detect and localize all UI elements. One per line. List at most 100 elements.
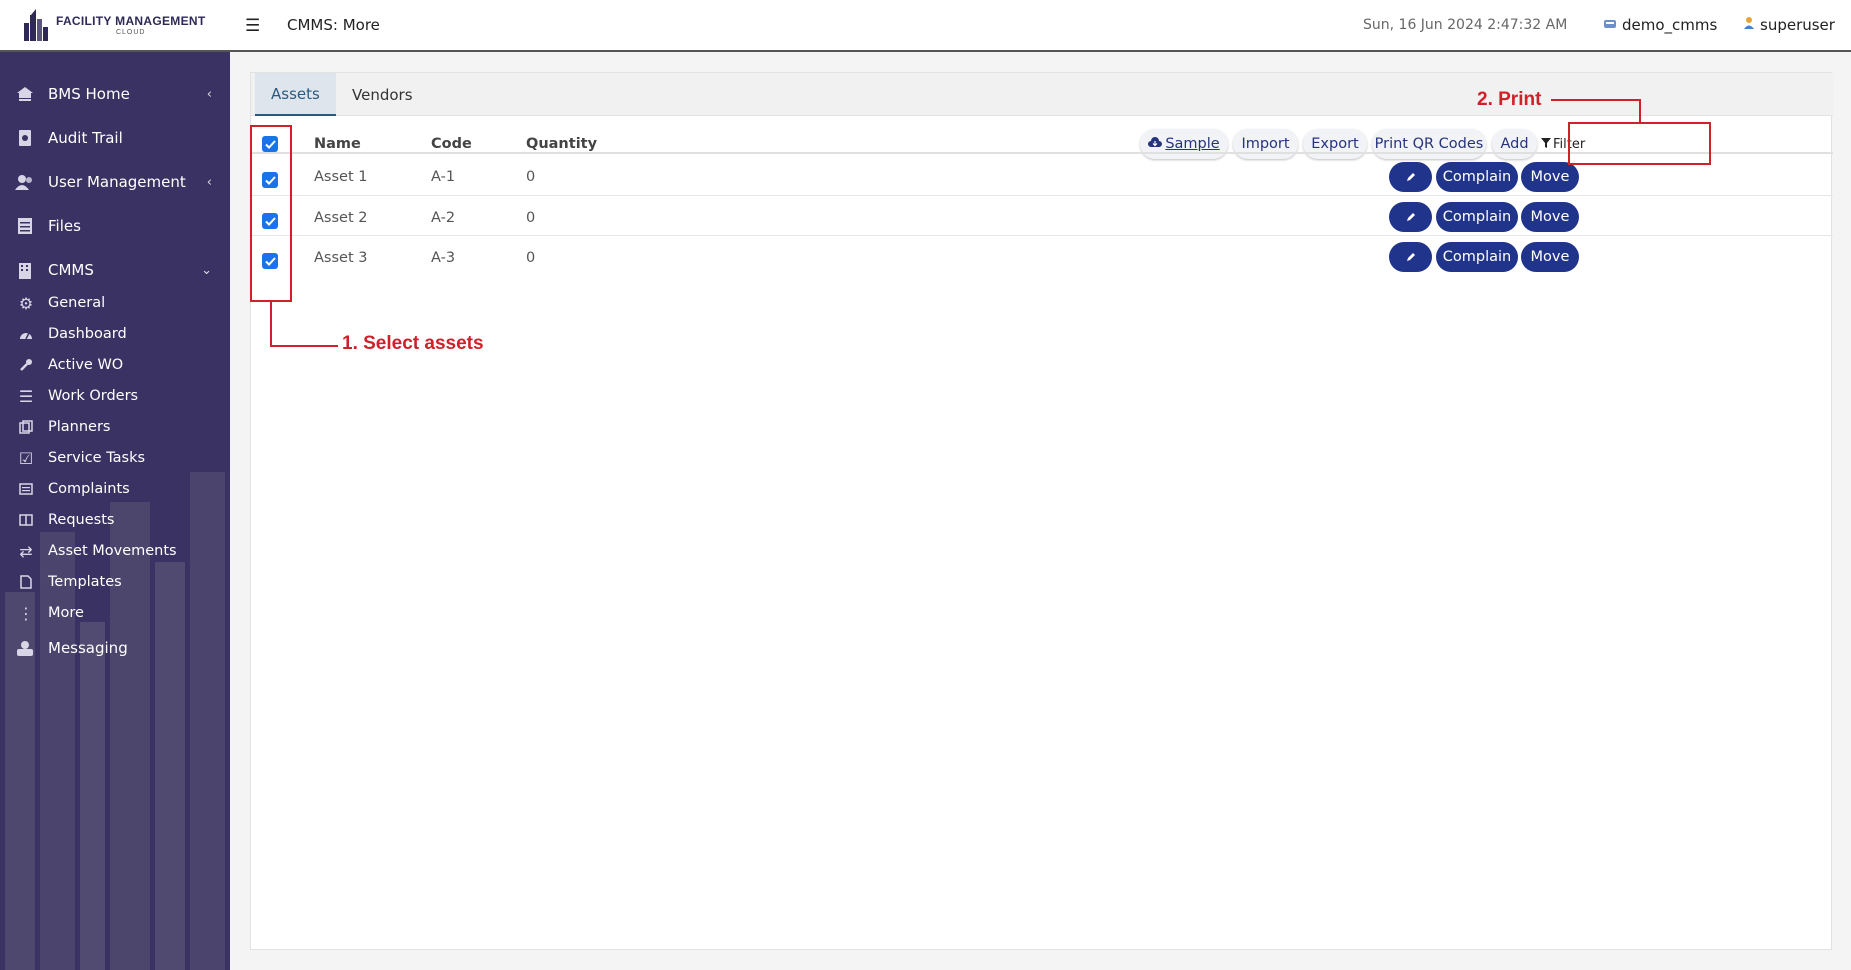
sidebar-label: General <box>48 295 106 311</box>
column-header-code[interactable]: Code <box>431 136 472 152</box>
database-selector[interactable]: demo_cmms <box>1603 16 1717 34</box>
dashboard-icon <box>18 326 34 342</box>
move-button[interactable]: Move <box>1521 242 1579 272</box>
exchange-icon: ⇄ <box>19 541 33 561</box>
move-button[interactable]: Move <box>1521 162 1579 192</box>
cogs-icon: ⚙ <box>18 293 34 313</box>
sidebar-label: Templates <box>48 574 122 590</box>
annotation-select-box <box>250 125 292 302</box>
sidebar-item-requests[interactable]: Requests <box>0 507 230 533</box>
sidebar-item-audit-trail[interactable]: Audit Trail <box>0 116 230 160</box>
copy-icon <box>18 419 34 435</box>
annotation-step2: 2. Print <box>1477 89 1542 110</box>
logo-title: FACILITY MANAGEMENT <box>56 13 206 28</box>
ellipsis-icon: ⋮ <box>18 603 34 623</box>
audit-icon <box>15 128 35 148</box>
cell-code: A-2 <box>431 210 456 226</box>
cell-quantity: 0 <box>526 250 536 266</box>
pencil-icon <box>1406 173 1415 181</box>
sidebar-item-active-wo[interactable]: Active WO <box>0 352 230 378</box>
sidebar-item-templates[interactable]: Templates <box>0 569 230 595</box>
building-logo-icon <box>22 9 50 41</box>
cell-name: Asset 3 <box>314 250 368 266</box>
move-button[interactable]: Move <box>1521 202 1579 232</box>
user-name: superuser <box>1760 16 1835 34</box>
sidebar-label: More <box>48 605 84 621</box>
sidebar-item-asset-movements[interactable]: ⇄ Asset Movements <box>0 538 230 564</box>
complain-button[interactable]: Complain <box>1436 162 1518 192</box>
sidebar-item-cmms[interactable]: CMMS ⌄ <box>0 248 230 292</box>
sidebar-label: Audit Trail <box>48 129 123 147</box>
cloud-download-icon <box>1148 136 1163 152</box>
pencil-icon <box>1406 253 1415 261</box>
column-header-quantity[interactable]: Quantity <box>526 136 597 152</box>
wrench-icon <box>18 357 34 373</box>
sidebar: BMS Home ‹ Audit Trail User Management ‹… <box>0 52 230 970</box>
edit-button[interactable] <box>1389 162 1432 192</box>
edit-button[interactable] <box>1389 202 1432 232</box>
file-icon <box>18 574 34 590</box>
sidebar-label: CMMS <box>48 261 94 279</box>
complain-button[interactable]: Complain <box>1436 202 1518 232</box>
list-alt-icon <box>18 481 34 497</box>
print-qr-codes-button[interactable]: Print QR Codes <box>1372 129 1486 159</box>
list-icon: ☰ <box>18 386 34 406</box>
sidebar-label: BMS Home <box>48 85 130 103</box>
columns-icon <box>18 512 34 528</box>
sidebar-item-work-orders[interactable]: ☰ Work Orders <box>0 383 230 409</box>
sidebar-label: Planners <box>48 419 111 435</box>
sidebar-item-more[interactable]: ⋮ More <box>0 600 230 626</box>
assets-card: Assets Vendors Name Code Quantity Sample… <box>250 72 1833 950</box>
cell-code: A-3 <box>431 250 456 266</box>
sidebar-label: Complaints <box>48 481 130 497</box>
cell-code: A-1 <box>431 169 456 185</box>
user-icon <box>1743 16 1755 34</box>
tab-bar: Assets Vendors <box>251 73 1833 116</box>
row-divider <box>251 235 1833 236</box>
tab-vendors[interactable]: Vendors <box>336 73 429 116</box>
export-button[interactable]: Export <box>1303 129 1367 159</box>
database-name: demo_cmms <box>1622 16 1718 34</box>
sidebar-item-bms-home[interactable]: BMS Home ‹ <box>0 72 230 116</box>
user-menu[interactable]: superuser <box>1743 16 1835 34</box>
files-icon <box>15 216 35 236</box>
sidebar-label: Active WO <box>48 357 124 373</box>
add-button[interactable]: Add <box>1492 129 1537 159</box>
sidebar-label: Service Tasks <box>48 450 146 466</box>
building-icon <box>15 260 35 280</box>
sidebar-item-files[interactable]: Files <box>0 204 230 248</box>
users-icon <box>15 172 35 192</box>
import-button[interactable]: Import <box>1233 129 1298 159</box>
sidebar-item-service-tasks[interactable]: ☑ Service Tasks <box>0 445 230 471</box>
menu-toggle-icon[interactable]: ☰ <box>245 16 260 36</box>
sidebar-item-user-management[interactable]: User Management ‹ <box>0 160 230 204</box>
cell-quantity: 0 <box>526 169 536 185</box>
column-header-name[interactable]: Name <box>314 136 361 152</box>
tab-assets[interactable]: Assets <box>255 73 336 116</box>
check-square-icon: ☑ <box>18 448 34 468</box>
sample-button[interactable]: Sample <box>1140 129 1228 159</box>
sidebar-label: Files <box>48 217 81 235</box>
annotation-print-box <box>1568 122 1711 165</box>
sidebar-label: Requests <box>48 512 115 528</box>
logo-subtitle: CLOUD <box>115 28 146 36</box>
annotation-connector <box>270 345 338 347</box>
edit-button[interactable] <box>1389 242 1432 272</box>
main-content: Assets Vendors Name Code Quantity Sample… <box>230 52 1851 970</box>
sidebar-item-messaging[interactable]: Messaging <box>0 626 230 670</box>
row-divider <box>251 195 1833 196</box>
cell-quantity: 0 <box>526 210 536 226</box>
complain-button[interactable]: Complain <box>1436 242 1518 272</box>
pencil-icon <box>1406 213 1415 221</box>
sample-label: Sample <box>1165 136 1220 152</box>
cell-name: Asset 2 <box>314 210 368 226</box>
annotation-connector <box>1551 99 1641 101</box>
annotation-connector <box>270 302 272 346</box>
sidebar-item-planners[interactable]: Planners <box>0 414 230 440</box>
sidebar-item-dashboard[interactable]: Dashboard <box>0 321 230 347</box>
sidebar-label: Asset Movements <box>48 543 177 559</box>
sidebar-label: Messaging <box>48 639 128 657</box>
sidebar-item-general[interactable]: ⚙ General <box>0 290 230 316</box>
sidebar-item-complaints[interactable]: Complaints <box>0 476 230 502</box>
logo[interactable]: FACILITY MANAGEMENT CLOUD <box>22 8 222 42</box>
